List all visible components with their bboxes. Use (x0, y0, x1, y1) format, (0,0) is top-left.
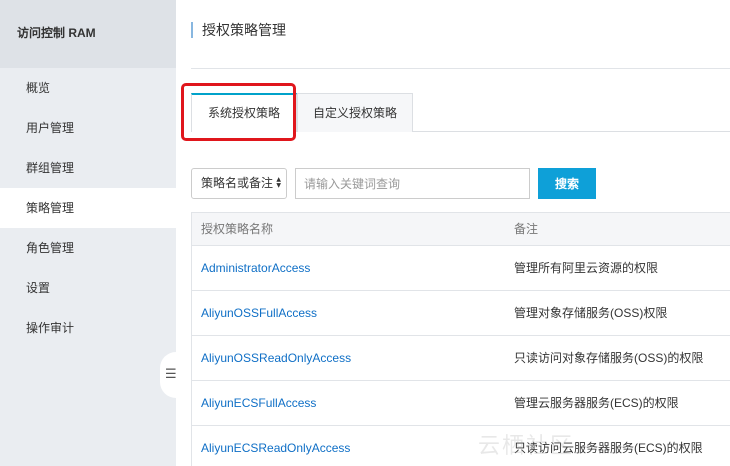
sidebar-item-overview[interactable]: 概览 (0, 68, 176, 108)
policy-note: 管理所有阿里云资源的权限 (514, 261, 659, 275)
policy-note: 只读访问对象存储服务(OSS)的权限 (514, 351, 704, 365)
table-row: AdministratorAccess 管理所有阿里云资源的权限 (192, 246, 730, 291)
sidebar-item-audit[interactable]: 操作审计 (0, 308, 176, 348)
column-header-note: 备注 (514, 222, 539, 236)
title-divider (191, 68, 730, 69)
search-button[interactable]: 搜索 (538, 168, 596, 199)
table-row: AliyunECSReadOnlyAccess 只读访问云服务器服务(ECS)的… (192, 426, 730, 466)
policy-name-link[interactable]: AliyunOSSReadOnlyAccess (201, 336, 351, 380)
sidebar-collapse-button[interactable]: ☰ (160, 352, 177, 398)
tab-custom-policies[interactable]: 自定义授权策略 (297, 93, 413, 132)
table-row: AliyunECSFullAccess 管理云服务器服务(ECS)的权限 (192, 381, 730, 426)
highlight-annotation-box (181, 83, 296, 141)
policy-name-link[interactable]: AliyunECSReadOnlyAccess (201, 426, 350, 466)
watermark: 云栖社区 (478, 433, 575, 458)
filter-type-value: 策略名或备注 (201, 176, 274, 190)
sidebar: 访问控制 RAM 概览 用户管理 群组管理 策略管理 角色管理 设置 操作审计 … (0, 0, 177, 466)
table-row: AliyunOSSReadOnlyAccess 只读访问对象存储服务(OSS)的… (192, 336, 730, 381)
policy-table: 授权策略名称 备注 AdministratorAccess 管理所有阿里云资源的… (191, 212, 730, 466)
filter-type-select[interactable]: 策略名或备注 ▲ ▼ (191, 168, 287, 199)
table-header: 授权策略名称 备注 (192, 212, 730, 246)
sidebar-item-settings[interactable]: 设置 (0, 268, 176, 308)
policy-name-link[interactable]: AdministratorAccess (201, 246, 310, 290)
menu-collapse-icon: ☰ (165, 367, 177, 382)
select-arrows-icon: ▲ ▼ (276, 176, 281, 189)
policy-note: 管理云服务器服务(ECS)的权限 (514, 396, 679, 410)
policy-name-link[interactable]: AliyunECSFullAccess (201, 381, 316, 425)
page-title: 授权策略管理 (191, 22, 286, 38)
search-input[interactable] (295, 168, 530, 199)
sidebar-item-groups[interactable]: 群组管理 (0, 148, 176, 188)
policy-note: 管理对象存储服务(OSS)权限 (514, 306, 668, 320)
policy-name-link[interactable]: AliyunOSSFullAccess (201, 291, 317, 335)
sidebar-item-roles[interactable]: 角色管理 (0, 228, 176, 268)
sidebar-item-users[interactable]: 用户管理 (0, 108, 176, 148)
table-row: AliyunOSSFullAccess 管理对象存储服务(OSS)权限 (192, 291, 730, 336)
sidebar-title: 访问控制 RAM (0, 0, 176, 68)
column-header-name: 授权策略名称 (201, 222, 274, 236)
main-content: 授权策略管理 系统授权策略 自定义授权策略 策略名或备注 ▲▼ 搜索 授权策略名… (176, 0, 730, 466)
sidebar-item-policies[interactable]: 策略管理 (0, 188, 176, 228)
